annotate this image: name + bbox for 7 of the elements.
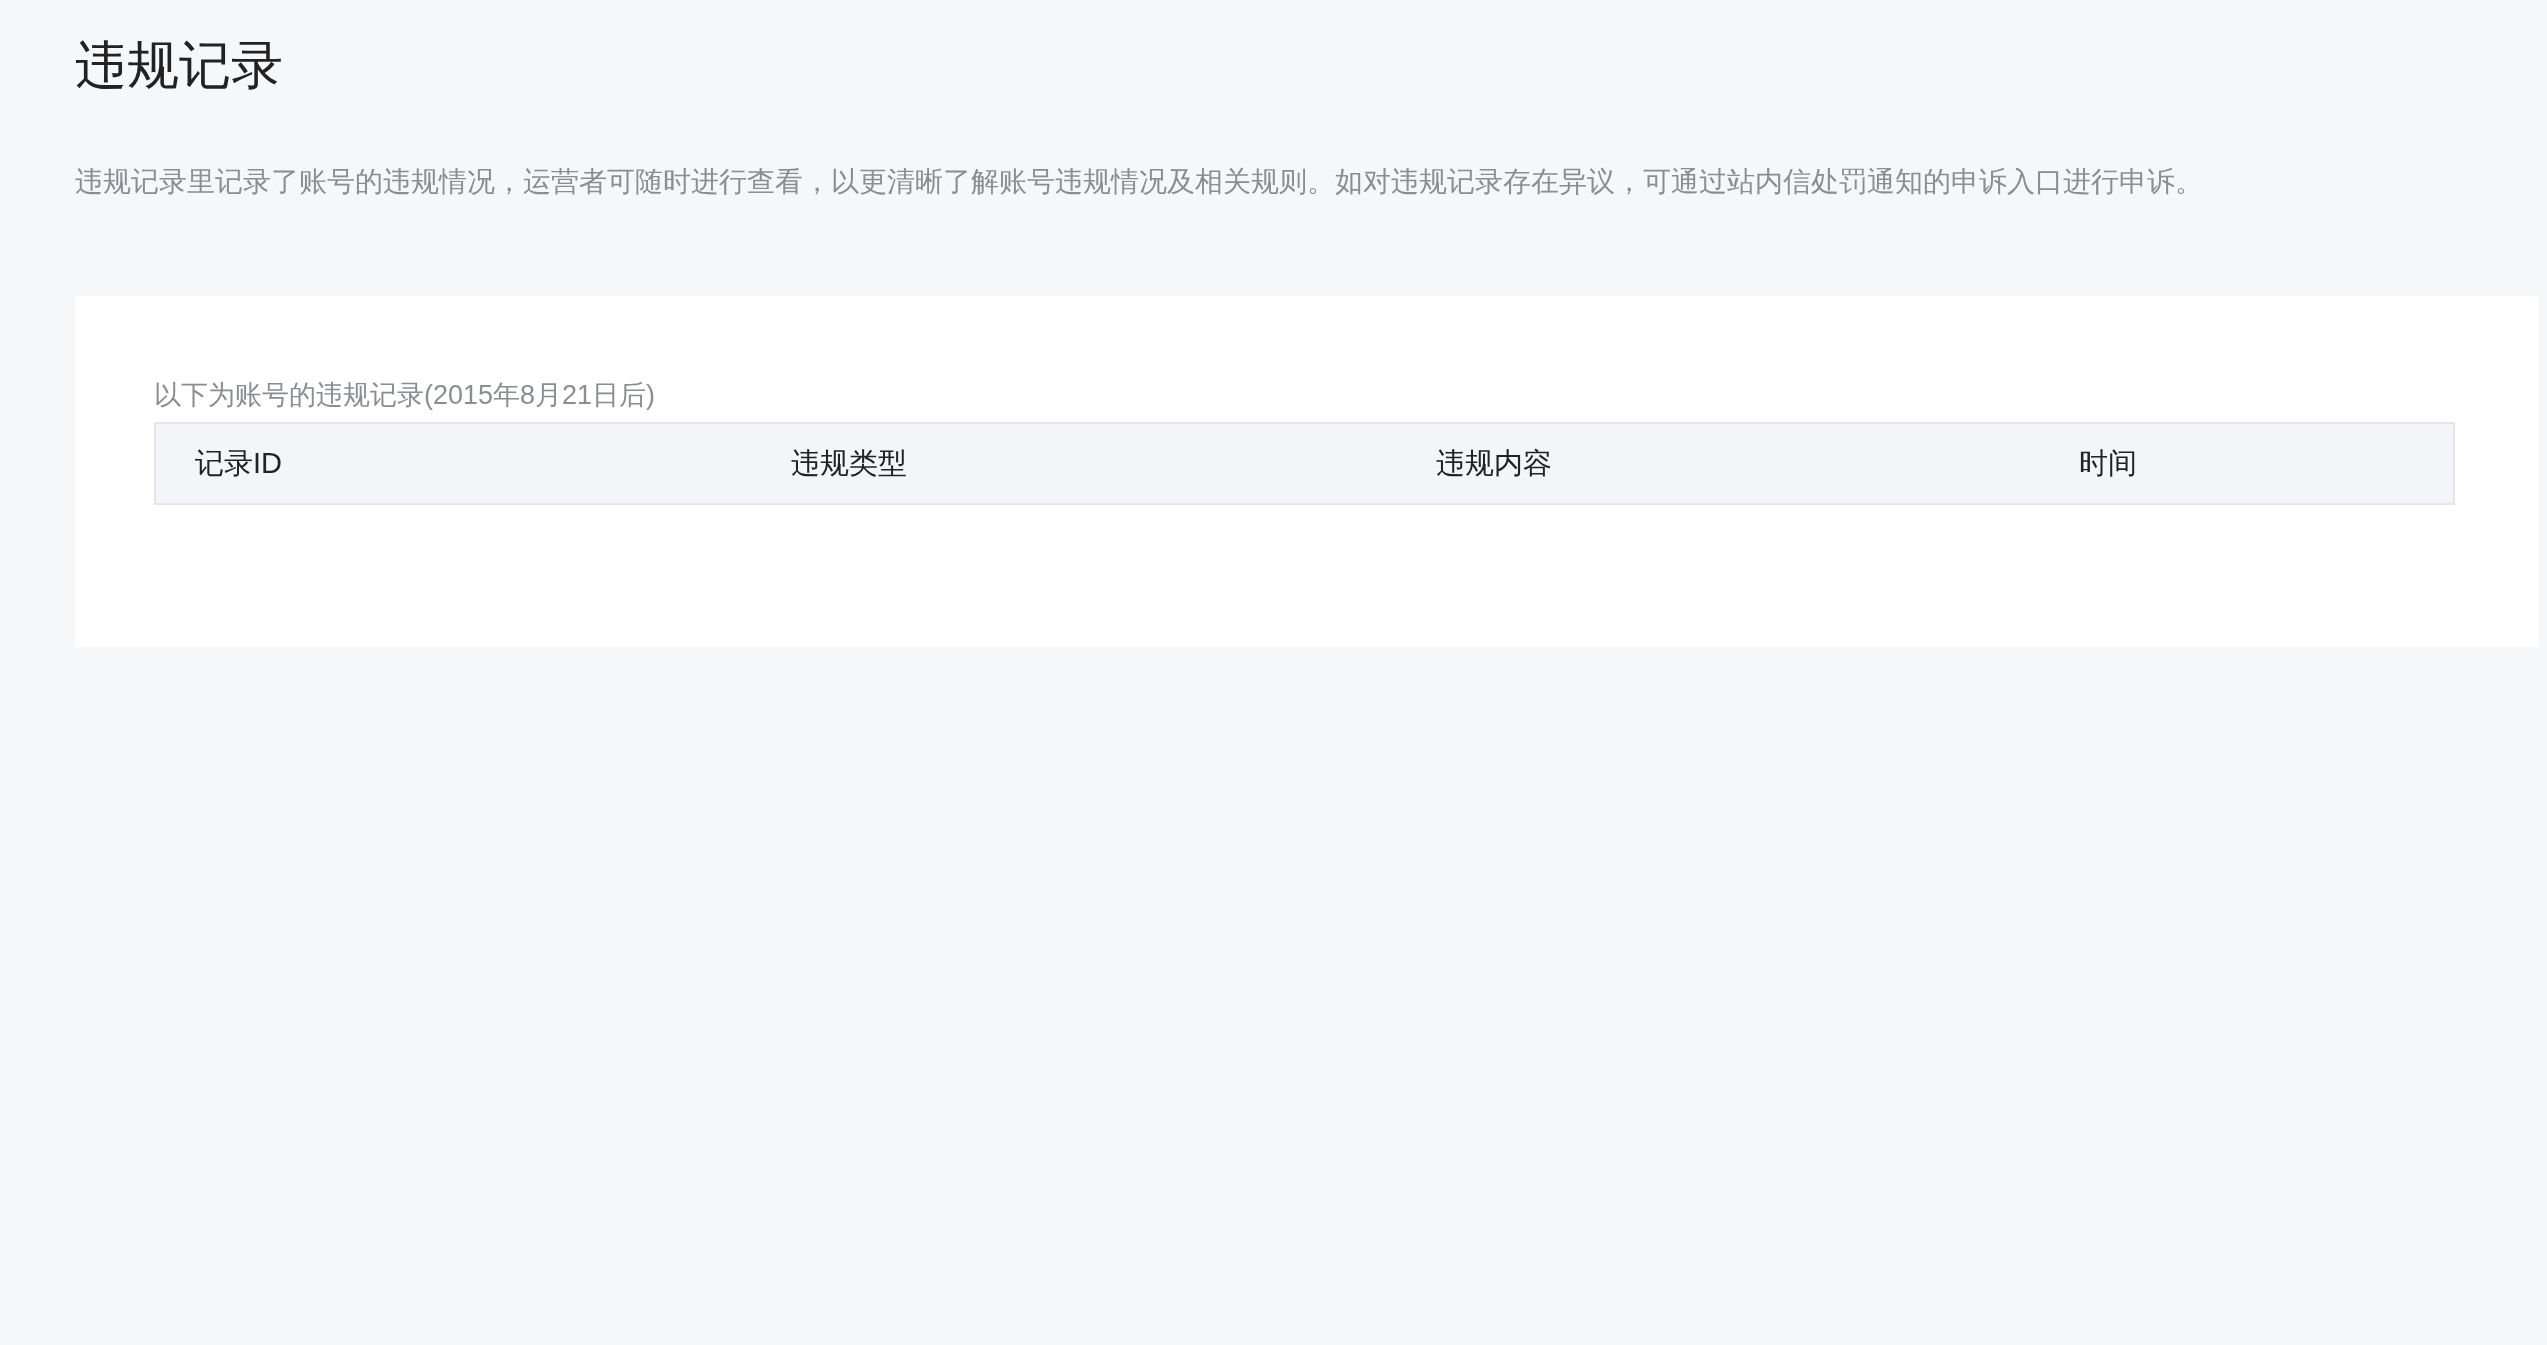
column-header: 违规内容 (1436, 445, 1552, 481)
column-header: 记录ID (195, 445, 282, 481)
column-header: 违规类型 (791, 445, 907, 481)
table-caption: 以下为账号的违规记录(2015年8月21日后) (154, 379, 656, 412)
page-title: 违规记录 (75, 35, 283, 96)
column-header: 时间 (2079, 445, 2137, 481)
page-description: 违规记录里记录了账号的违规情况，运营者可随时进行查看，以更清晰了解账号违规情况及相关规则。如对违规记录存在异议，可通过站内信处罚通知的申诉入口进行申诉。 (75, 165, 2203, 199)
